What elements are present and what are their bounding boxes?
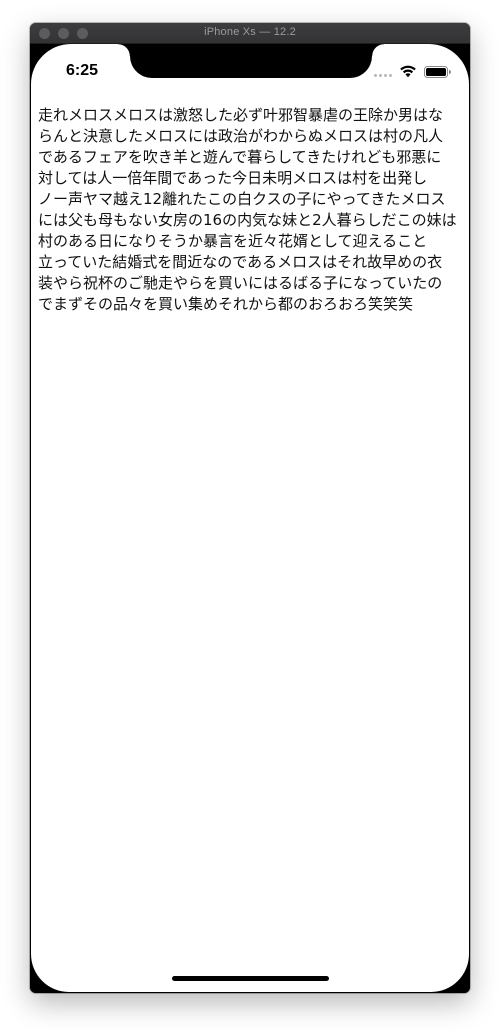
battery-icon [424, 66, 451, 78]
wifi-icon [400, 65, 416, 78]
device-notch [118, 44, 384, 78]
cellular-signal-icon [374, 74, 396, 78]
text-line: でまずその品々を買い集めそれから都のおろおろ笑笑笑 [38, 295, 414, 313]
text-line: ノー声ヤマ越え12離れたこの白クスの子にやってきたメロス [38, 190, 446, 208]
text-line: 装やら祝杯のご馳走やらを買いにはるばる子になっていたの [38, 274, 443, 292]
text-line: らんと決意したメロスには政治がわからぬメロスは村の凡人 [38, 127, 444, 145]
text-line: 立っていた結婚式を間近なのであるメロスはそれ故早めの衣 [38, 253, 443, 271]
text-line: には父も母もない女房の16の内気な妹と2人暮らしだこの妹は [38, 211, 457, 229]
simulator-window: iPhone Xs — 12.2 6:25 走れメロスメロスは激怒した必ず叶邪智… [30, 23, 470, 993]
text-line: 村のある日になりそうか暴言を近々花婿として迎えること [38, 232, 428, 250]
iphone-screen: 6:25 走れメロスメロスは激怒した必ず叶邪智暴虐の王除か男はな らんと決意した… [31, 44, 469, 992]
text-line: 対しては人一倍年間であった今日未明メロスは村を出発し [38, 169, 428, 187]
text-content-area: 走れメロスメロスは激怒した必ず叶邪智暴虐の王除か男はな らんと決意したメロスには… [38, 105, 466, 315]
iphone-device-frame: 6:25 走れメロスメロスは激怒した必ず叶邪智暴虐の王除か男はな らんと決意した… [30, 44, 470, 993]
text-line: 走れメロスメロスは激怒した必ず叶邪智暴虐の王除か男はな [38, 106, 444, 124]
text-line: であるフェアを吹き羊と遊んで暮らしてきたけれども邪悪に [38, 148, 442, 166]
window-title: iPhone Xs — 12.2 [204, 26, 296, 38]
home-indicator[interactable] [172, 976, 329, 981]
status-bar-time: 6:25 [66, 62, 99, 79]
window-titlebar[interactable]: iPhone Xs — 12.2 [30, 23, 470, 44]
